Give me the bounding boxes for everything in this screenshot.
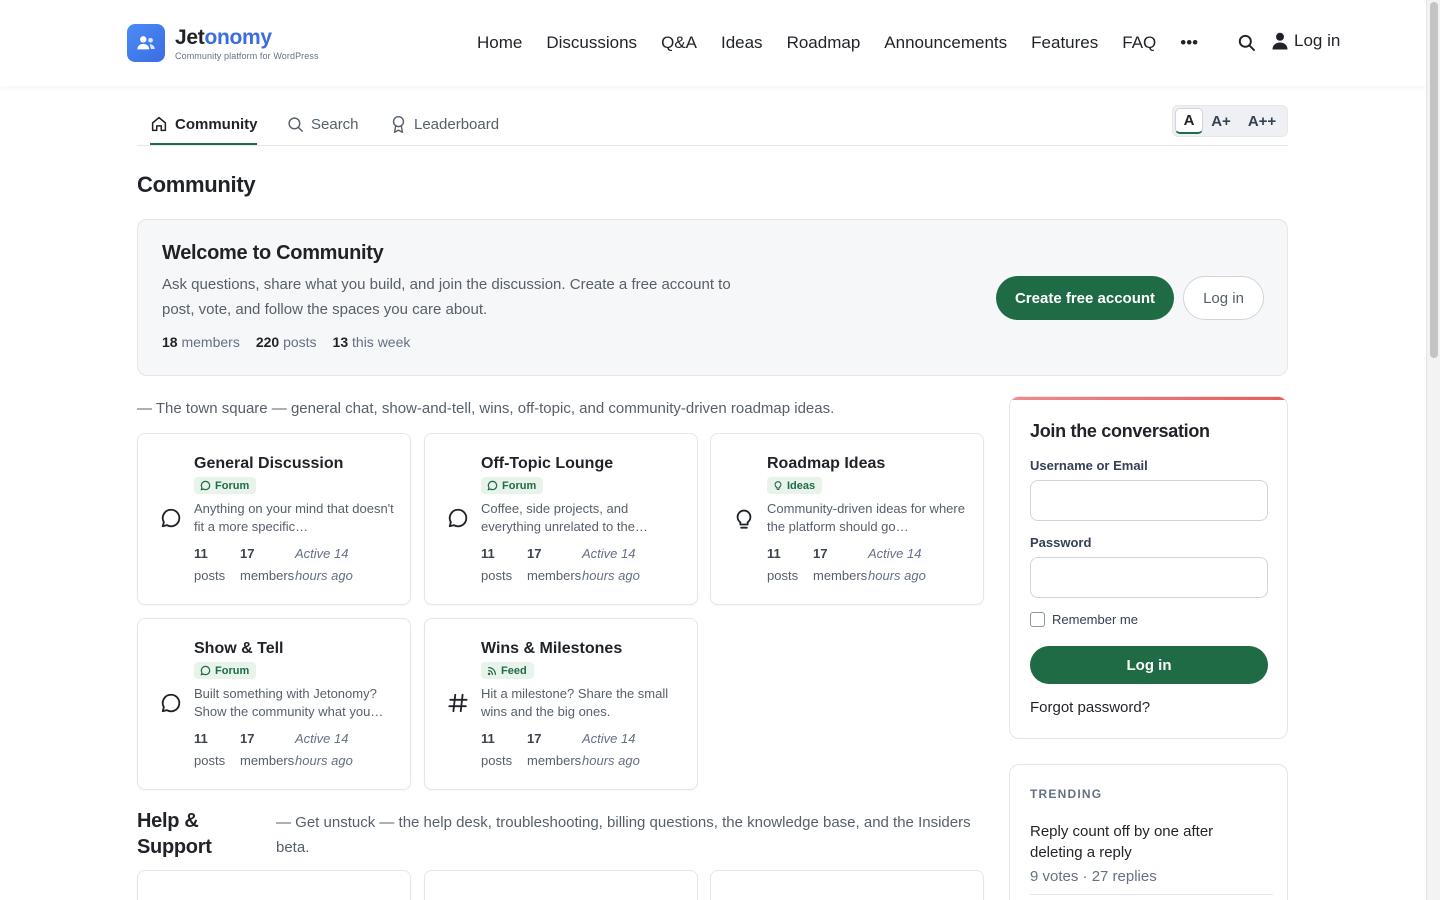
brand-tagline: Community platform for WordPress bbox=[175, 50, 319, 61]
space-description: Hit a milestone? Share the small wins an… bbox=[481, 686, 669, 719]
help-support-title: Help & Support bbox=[137, 810, 212, 858]
space-type-badge: Forum bbox=[194, 477, 257, 494]
password-label: Password bbox=[1030, 535, 1092, 550]
space-type-badge: Forum bbox=[194, 662, 257, 679]
space-name: Roadmap Ideas bbox=[767, 455, 886, 472]
space-card[interactable]: Wins & Milestones Feed Hit a milestone? … bbox=[424, 618, 698, 790]
nav-features[interactable]: Features bbox=[1031, 31, 1098, 55]
create-account-button[interactable]: Create free account bbox=[996, 276, 1174, 320]
font-size-normal-button[interactable]: A bbox=[1175, 108, 1203, 134]
page-scrollbar[interactable] bbox=[1426, 0, 1440, 900]
space-description: Community-driven ideas for where the pla… bbox=[767, 501, 965, 534]
hash-icon bbox=[447, 692, 469, 719]
login-card: Join the conversation Username or Email … bbox=[1009, 396, 1288, 739]
brand-logo[interactable]: Jetonomy Community platform for WordPres… bbox=[127, 24, 319, 62]
nav-faq[interactable]: FAQ bbox=[1122, 31, 1156, 55]
divider bbox=[1030, 894, 1273, 895]
nav-announcements[interactable]: Announcements bbox=[884, 31, 1007, 55]
header-login-label: Log in bbox=[1294, 31, 1341, 50]
space-description: Built something with Jetonomy? Show the … bbox=[194, 686, 384, 719]
nav-discussions[interactable]: Discussions bbox=[546, 31, 637, 55]
tab-community[interactable]: Community bbox=[150, 110, 258, 138]
username-input[interactable] bbox=[1030, 480, 1268, 521]
tab-search[interactable]: Search bbox=[287, 110, 359, 138]
welcome-description: Ask questions, share what you build, and… bbox=[162, 276, 731, 318]
brand-name: Jetonomy bbox=[175, 25, 272, 49]
nav-ideas[interactable]: Ideas bbox=[721, 31, 763, 55]
trending-item-title[interactable]: Reply count off by one after deleting a … bbox=[1030, 821, 1250, 863]
chat-bubble-icon bbox=[200, 665, 211, 676]
tab-leaderboard[interactable]: Leaderboard bbox=[390, 110, 499, 138]
stat-members: 18 members bbox=[162, 334, 240, 350]
space-name: Wins & Milestones bbox=[481, 640, 623, 657]
scrollbar-thumb[interactable] bbox=[1430, 2, 1438, 358]
login-card-title: Join the conversation bbox=[1030, 421, 1210, 441]
nav-more-icon[interactable]: ••• bbox=[1180, 31, 1198, 55]
search-icon bbox=[288, 116, 303, 132]
space-card[interactable]: Show & Tell Forum Built something with J… bbox=[137, 618, 411, 790]
lightbulb-icon bbox=[774, 481, 782, 490]
chat-bubble-icon bbox=[160, 507, 182, 534]
font-size-xlarge-button[interactable]: A++ bbox=[1239, 108, 1285, 134]
space-name: Off-Topic Lounge bbox=[481, 455, 614, 472]
forgot-password-link[interactable]: Forgot password? bbox=[1030, 699, 1150, 716]
community-tabs: Community Search Leaderboard A A+ A++ bbox=[137, 104, 1288, 146]
lightbulb-icon bbox=[733, 507, 755, 536]
tab-leaderboard-label: Leaderboard bbox=[414, 115, 500, 133]
site-header: Jetonomy Community platform for WordPres… bbox=[0, 0, 1426, 86]
login-card-accent-bar bbox=[1010, 397, 1287, 400]
town-square-description: — The town square — general chat, show-a… bbox=[137, 400, 835, 417]
main-nav: Home Discussions Q&A Ideas Roadmap Annou… bbox=[477, 31, 1222, 55]
font-size-switcher: A A+ A++ bbox=[1172, 105, 1288, 137]
stat-this-week: 13 this week bbox=[332, 334, 411, 350]
community-logo-icon bbox=[127, 24, 165, 62]
space-card[interactable]: General Discussion Forum Anything on you… bbox=[137, 433, 411, 605]
space-card[interactable]: Off-Topic Lounge Forum Coffee, side proj… bbox=[424, 433, 698, 605]
user-icon bbox=[1272, 32, 1288, 50]
chat-bubble-icon bbox=[447, 507, 469, 534]
tab-community-label: Community bbox=[175, 115, 258, 133]
username-label: Username or Email bbox=[1030, 458, 1148, 473]
space-description: Coffee, side projects, and everything un… bbox=[481, 501, 648, 534]
stat-posts: 220 posts bbox=[255, 334, 317, 350]
rss-feed-icon bbox=[487, 666, 496, 675]
remember-me-checkbox[interactable] bbox=[1030, 612, 1045, 627]
space-type-badge: Ideas bbox=[767, 477, 823, 494]
space-card[interactable] bbox=[424, 870, 698, 900]
community-stats: 18 members 220 posts 13 this week bbox=[162, 334, 426, 350]
login-submit-button[interactable]: Log in bbox=[1030, 646, 1268, 684]
welcome-card: Welcome to Community Ask questions, shar… bbox=[137, 219, 1288, 376]
space-type-badge: Forum bbox=[481, 477, 544, 494]
space-type-badge: Feed bbox=[481, 662, 534, 679]
space-card[interactable] bbox=[710, 870, 984, 900]
space-name: Show & Tell bbox=[194, 640, 284, 657]
welcome-login-button[interactable]: Log in bbox=[1183, 276, 1264, 320]
trending-title: TRENDING bbox=[1030, 787, 1103, 801]
nav-qa[interactable]: Q&A bbox=[661, 31, 697, 55]
header-login-link[interactable]: Log in bbox=[1272, 31, 1340, 51]
space-card[interactable] bbox=[137, 870, 411, 900]
trending-item-meta: 9 votes · 27 replies bbox=[1030, 868, 1157, 885]
header-search-icon[interactable] bbox=[1237, 33, 1256, 57]
font-size-large-button[interactable]: A+ bbox=[1203, 108, 1239, 134]
active-tab-indicator bbox=[150, 143, 257, 145]
nav-roadmap[interactable]: Roadmap bbox=[787, 31, 861, 55]
help-support-description: — Get unstuck — the help desk, troublesh… bbox=[276, 814, 971, 856]
award-icon bbox=[392, 115, 405, 133]
nav-home[interactable]: Home bbox=[477, 31, 522, 55]
space-name: General Discussion bbox=[194, 455, 344, 472]
remember-me-label: Remember me bbox=[1052, 612, 1138, 627]
space-card[interactable]: Roadmap Ideas Ideas Community-driven ide… bbox=[710, 433, 984, 605]
chat-bubble-icon bbox=[160, 692, 182, 719]
chat-bubble-icon bbox=[487, 480, 498, 491]
chat-bubble-icon bbox=[200, 480, 211, 491]
trending-card: TRENDING Reply count off by one after de… bbox=[1009, 764, 1288, 900]
password-input[interactable] bbox=[1030, 557, 1268, 598]
remember-me[interactable]: Remember me bbox=[1030, 612, 1138, 627]
home-icon bbox=[151, 116, 167, 132]
page-title: Community bbox=[137, 172, 256, 197]
space-description: Anything on your mind that doesn't fit a… bbox=[194, 501, 394, 534]
tab-search-label: Search bbox=[311, 115, 359, 133]
welcome-title: Welcome to Community bbox=[162, 242, 384, 264]
